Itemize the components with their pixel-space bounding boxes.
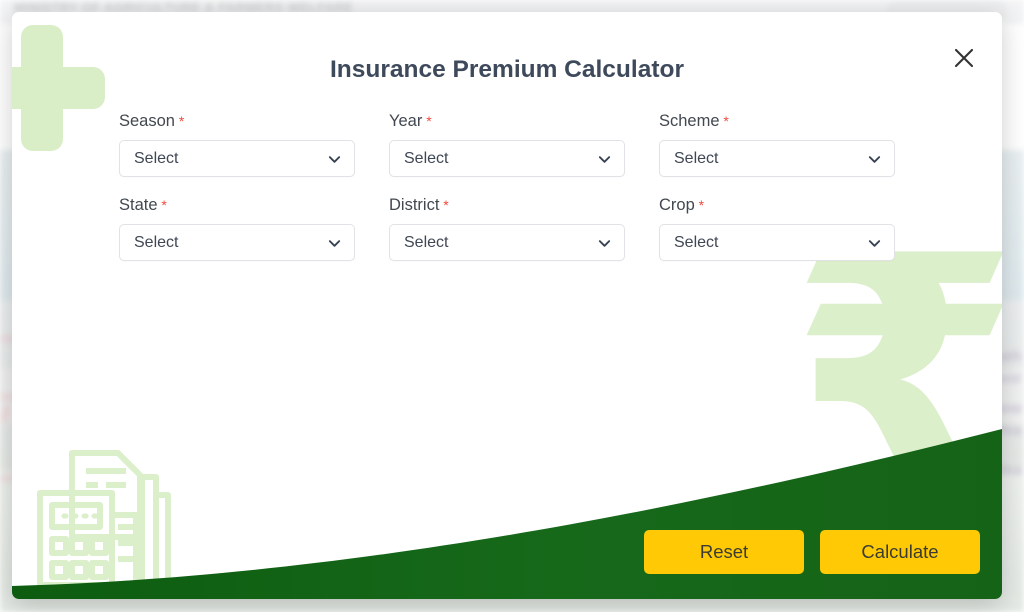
backdrop-fragment: s xyxy=(2,400,11,417)
select-value-year: Select xyxy=(404,149,449,167)
calculator-form: Season * Select Year * Select Scheme * Select… xyxy=(119,112,899,261)
select-value-state: Select xyxy=(134,233,179,251)
select-year[interactable]: Select xyxy=(389,140,625,177)
required-marker: * xyxy=(174,113,185,129)
select-wrapper-crop: Select xyxy=(659,224,895,261)
plus-icon xyxy=(12,25,105,151)
reset-button[interactable]: Reset xyxy=(644,530,804,574)
select-wrapper-district: Select xyxy=(389,224,625,261)
select-value-crop: Select xyxy=(674,233,719,251)
form-field-crop: Crop * Select xyxy=(659,196,895,261)
form-field-district: District * Select xyxy=(389,196,625,261)
calculate-button[interactable]: Calculate xyxy=(820,530,980,574)
required-marker: * xyxy=(719,113,729,129)
form-field-year: Year * Select xyxy=(389,112,625,177)
required-marker: * xyxy=(439,197,449,213)
select-value-scheme: Select xyxy=(674,149,719,167)
select-crop[interactable]: Select xyxy=(659,224,895,261)
select-value-district: Select xyxy=(404,233,449,251)
form-field-state: State * Select xyxy=(119,196,355,261)
page-title: Insurance Premium Calculator xyxy=(329,56,684,83)
select-state[interactable]: Select xyxy=(119,224,355,261)
select-scheme[interactable]: Select xyxy=(659,140,895,177)
select-wrapper-season: Select xyxy=(119,140,355,177)
label-text: Scheme xyxy=(659,112,720,130)
label-scheme: Scheme * xyxy=(659,112,895,131)
required-marker: * xyxy=(157,197,167,213)
label-text: State xyxy=(119,196,158,214)
label-text: Year xyxy=(389,112,423,130)
select-season[interactable]: Select xyxy=(119,140,355,177)
insurance-premium-calculator-modal: ₹ Insurance Premium Calculator Season * … xyxy=(12,12,1002,599)
select-value-season: Select xyxy=(134,149,179,167)
label-season: Season * xyxy=(119,112,355,131)
backdrop-fragment: ath xyxy=(999,348,1023,365)
action-button-group: Reset Calculate xyxy=(644,530,980,574)
form-field-season: Season * Select xyxy=(119,112,355,177)
label-state: State * xyxy=(119,196,355,215)
label-district: District * xyxy=(389,196,625,215)
select-wrapper-scheme: Select xyxy=(659,140,895,177)
label-text: Season xyxy=(119,112,175,130)
required-marker: * xyxy=(694,197,705,213)
select-wrapper-state: Select xyxy=(119,224,355,261)
label-text: District xyxy=(389,196,440,214)
select-wrapper-year: Select xyxy=(389,140,625,177)
form-field-scheme: Scheme * Select xyxy=(659,112,895,177)
required-marker: * xyxy=(422,113,432,129)
label-text: Crop xyxy=(659,196,695,214)
label-crop: Crop * xyxy=(659,196,895,215)
backdrop-fragment: vor xyxy=(998,370,1022,387)
select-district[interactable]: Select xyxy=(389,224,625,261)
label-year: Year * xyxy=(389,112,625,131)
close-icon[interactable] xyxy=(944,38,984,78)
